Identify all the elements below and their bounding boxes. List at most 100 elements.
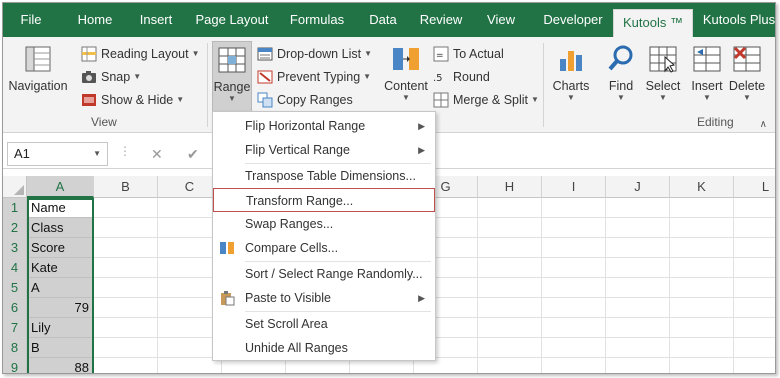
row-header[interactable]: 5 — [3, 278, 27, 298]
svg-text:=: = — [436, 51, 444, 61]
select-all-corner[interactable] — [3, 176, 27, 198]
prevent-typing-button[interactable]: Prevent Typing ▼ — [257, 66, 371, 88]
tab-home[interactable]: Home — [67, 3, 123, 37]
ribbon-separator — [543, 43, 544, 127]
paste-icon — [219, 290, 235, 306]
insert-button[interactable]: Insert ▼ — [687, 41, 727, 107]
view-group-label: View — [91, 115, 117, 129]
column-header[interactable]: H — [478, 176, 542, 198]
chevron-down-icon: ▼ — [743, 93, 751, 102]
charts-label: Charts — [552, 79, 590, 93]
row-header[interactable]: 2 — [3, 218, 27, 238]
tab-review[interactable]: Review — [415, 3, 467, 37]
name-box[interactable]: A1 ▼ — [7, 142, 108, 166]
round-icon: .5 — [433, 69, 449, 85]
reading-layout-button[interactable]: Reading Layout ▼ — [81, 43, 200, 65]
copy-ranges-button[interactable]: Copy Ranges — [257, 89, 353, 111]
cell-a5[interactable]: A — [27, 278, 94, 298]
dropdown-list-button[interactable]: Drop-down List ▼ — [257, 43, 372, 65]
menu-item-sort-select-range-randomly[interactable]: Sort / Select Range Randomly... — [213, 262, 435, 286]
cell-a3[interactable]: Score — [27, 238, 94, 258]
menu-item-label: Sort / Select Range Randomly... — [245, 267, 423, 281]
to-actual-button[interactable]: = To Actual — [433, 43, 504, 65]
column-header[interactable]: I — [542, 176, 606, 198]
snap-button[interactable]: Snap ▼ — [81, 66, 141, 88]
ribbon-tabs: File Home Insert Page Layout Formulas Da… — [3, 3, 775, 37]
row-header[interactable]: 7 — [3, 318, 27, 338]
tab-kutools-plus[interactable]: Kutools Plus — [697, 3, 775, 37]
row-header[interactable]: 4 — [3, 258, 27, 278]
menu-item-flip-horizontal-range[interactable]: Flip Horizontal Range ▶ — [213, 114, 435, 138]
chevron-down-icon: ▼ — [93, 149, 101, 158]
cell-a7[interactable]: Lily — [27, 318, 94, 338]
content-button[interactable]: Content ▼ — [383, 41, 429, 107]
tab-data[interactable]: Data — [363, 3, 403, 37]
tab-formulas[interactable]: Formulas — [285, 3, 349, 37]
range-button[interactable]: Range ▼ — [212, 41, 252, 113]
round-button[interactable]: .5 Round — [433, 66, 490, 88]
navigation-button[interactable]: Navigation — [7, 41, 69, 107]
editing-group-label: Editing — [697, 115, 734, 129]
camera-icon — [81, 69, 97, 85]
chevron-down-icon: ▼ — [228, 94, 236, 103]
charts-button[interactable]: Charts ▼ — [549, 41, 593, 107]
row-header[interactable]: 6 — [3, 298, 27, 318]
menu-item-compare-cells[interactable]: Compare Cells... — [213, 236, 435, 260]
column-header[interactable]: B — [94, 176, 158, 198]
svg-text:.5: .5 — [433, 73, 443, 84]
column-header[interactable]: A — [27, 176, 94, 198]
merge-split-button[interactable]: Merge & Split ▼ — [433, 89, 539, 111]
column-header[interactable]: K — [670, 176, 734, 198]
copy-ranges-label: Copy Ranges — [277, 93, 353, 107]
formula-bar-grip-icon: ⋮ — [119, 144, 131, 158]
chevron-down-icon: ▼ — [133, 72, 142, 81]
tab-kutools[interactable]: Kutools ™ — [613, 9, 693, 37]
chevron-down-icon: ▼ — [617, 93, 625, 102]
menu-item-set-scroll-area[interactable]: Set Scroll Area — [213, 312, 435, 336]
chart-icon — [555, 43, 587, 75]
compare-icon — [219, 240, 235, 256]
tab-insert[interactable]: Insert — [129, 3, 183, 37]
chevron-up-icon[interactable]: ∧ — [760, 119, 767, 130]
row-header[interactable]: 9 — [3, 358, 27, 373]
tab-developer[interactable]: Developer — [535, 3, 611, 37]
tab-view[interactable]: View — [479, 3, 523, 37]
menu-item-swap-ranges[interactable]: Swap Ranges... — [213, 212, 435, 236]
menu-item-transpose-table-dimensions[interactable]: Transpose Table Dimensions... — [213, 164, 435, 188]
column-header[interactable]: L — [734, 176, 775, 198]
to-actual-label: To Actual — [453, 47, 504, 61]
cancel-icon[interactable]: ✕ — [151, 146, 163, 163]
menu-item-flip-vertical-range[interactable]: Flip Vertical Range ▶ — [213, 138, 435, 162]
prevent-typing-icon — [257, 69, 273, 85]
cell-a9[interactable]: 88 — [27, 358, 94, 373]
menu-item-transform-range[interactable]: Transform Range... — [213, 188, 435, 212]
enter-icon[interactable]: ✔ — [187, 146, 199, 163]
delete-icon — [731, 43, 763, 75]
insert-icon — [691, 43, 723, 75]
show-hide-button[interactable]: Show & Hide ▼ — [81, 89, 184, 111]
row-header[interactable]: 1 — [3, 198, 27, 218]
row-header[interactable]: 8 — [3, 338, 27, 358]
cell-a1[interactable]: Name — [27, 198, 94, 218]
menu-item-unhide-all-ranges[interactable]: Unhide All Ranges — [213, 336, 435, 360]
chevron-right-icon: ▶ — [418, 293, 425, 303]
find-button[interactable]: Find ▼ — [601, 41, 641, 107]
cell-a4[interactable]: Kate — [27, 258, 94, 278]
column-header[interactable]: J — [606, 176, 670, 198]
delete-button[interactable]: Delete ▼ — [727, 41, 767, 107]
cell-a6[interactable]: 79 — [27, 298, 94, 318]
row-header[interactable]: 3 — [3, 238, 27, 258]
menu-item-paste-to-visible[interactable]: Paste to Visible ▶ — [213, 286, 435, 310]
excel-window: File Home Insert Page Layout Formulas Da… — [2, 2, 776, 374]
cell-a8[interactable]: B — [27, 338, 94, 358]
select-button[interactable]: Select ▼ — [643, 41, 683, 107]
chevron-down-icon: ▼ — [567, 93, 575, 102]
content-label: Content — [384, 79, 428, 93]
navigation-label: Navigation — [8, 79, 68, 93]
ribbon-separator — [207, 43, 208, 127]
chevron-down-icon: ▼ — [364, 49, 372, 58]
tab-page-layout[interactable]: Page Layout — [193, 3, 271, 37]
insert-label: Insert — [691, 79, 723, 93]
tab-file[interactable]: File — [5, 3, 57, 37]
cell-a2[interactable]: Class — [27, 218, 94, 238]
